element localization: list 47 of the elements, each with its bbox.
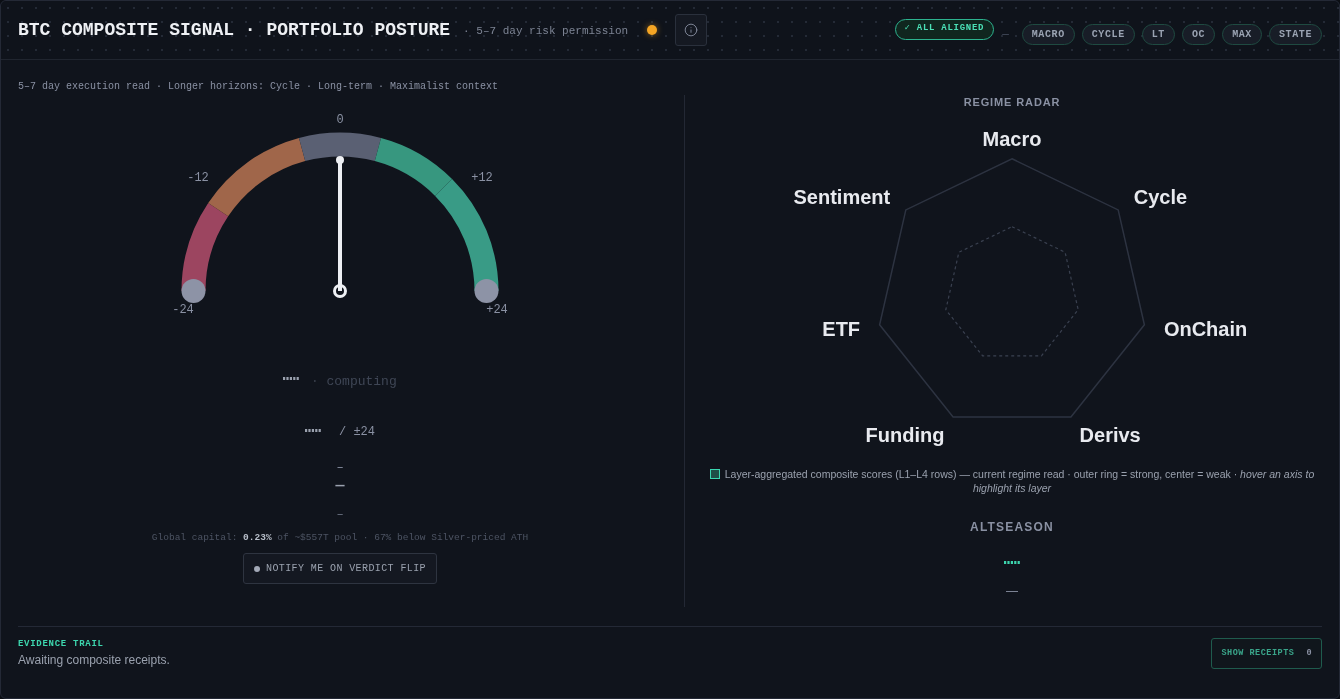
altseason-value: — bbox=[1006, 584, 1018, 598]
gauge-tick-label: +12 bbox=[471, 171, 493, 185]
placeholder-dash: – bbox=[336, 508, 344, 522]
status-text: computing bbox=[326, 373, 397, 392]
evidence-message: Awaiting composite receipts. bbox=[18, 653, 170, 668]
radar-title: REGIME RADAR bbox=[963, 95, 1061, 109]
gauge-end-knob bbox=[181, 279, 206, 303]
loading-dots-icon bbox=[305, 428, 321, 432]
receipt-count: 0 bbox=[1306, 647, 1312, 660]
gauge-tick-label: +24 bbox=[486, 303, 508, 317]
loading-dots-icon bbox=[1004, 561, 1020, 564]
gauge-tick-label: 0 bbox=[336, 114, 344, 127]
gauge-tick-label: -24 bbox=[172, 303, 194, 317]
evidence-title: EVIDENCE TRAIL bbox=[18, 638, 105, 650]
radar-axis-label: Funding bbox=[865, 423, 945, 446]
global-capital-note: Global capital: 0.23% of ~$557T pool · 67% below Silver-priced ATH bbox=[151, 532, 529, 544]
layer-pill[interactable]: OC bbox=[1181, 24, 1216, 45]
page-subtitle: · 5–7 day risk permission bbox=[463, 24, 629, 40]
loading-dots-icon bbox=[283, 376, 300, 380]
placeholder-dash: – bbox=[336, 461, 344, 475]
info-icon bbox=[684, 23, 699, 37]
radar-axis-label: Cycle bbox=[1133, 186, 1188, 209]
radar-axis-label: Sentiment bbox=[793, 186, 891, 209]
layer-pill[interactable]: LT bbox=[1141, 24, 1175, 45]
altseason-title: ALTSEASON bbox=[970, 519, 1054, 535]
legend-swatch-icon bbox=[709, 469, 720, 479]
alignment-badge: ✓ ALL ALIGNED bbox=[894, 18, 995, 40]
gauge-tick-label: -12 bbox=[187, 171, 209, 185]
notify-button[interactable]: NOTIFY ME ON VERDICT FLIP bbox=[243, 553, 437, 584]
radar-legend: Layer-aggregated composite scores (L1–L4 rows) — current regime read · outer ring = strong, center = weak · hover an axis to highlight its layer bbox=[724, 468, 1315, 494]
radar-axis-label: ETF bbox=[822, 318, 861, 341]
layer-pill[interactable]: CYCLE bbox=[1081, 24, 1135, 45]
radar-axis-label: OnChain bbox=[1163, 318, 1248, 341]
page-title: BTC COMPOSITE SIGNAL · PORTFOLIO POSTURE bbox=[18, 18, 451, 42]
execution-caption: 5–7 day execution read · Longer horizons: Cycle · Long-term · Maximalist context bbox=[18, 81, 499, 93]
layer-pill[interactable]: STATE bbox=[1269, 24, 1322, 45]
status-separator: · bbox=[311, 374, 319, 391]
separator-dash: — bbox=[1002, 27, 1009, 43]
gauge-end-knob bbox=[474, 279, 499, 303]
radar-axis-label: Macro bbox=[982, 127, 1042, 150]
score-range: / ±24 bbox=[339, 424, 375, 441]
info-button[interactable] bbox=[675, 14, 708, 46]
layer-pill[interactable]: MACRO bbox=[1021, 24, 1075, 45]
radar-axis-label: Derivs bbox=[1079, 423, 1141, 446]
show-receipts-button[interactable]: SHOW RECEIPTS 0 bbox=[1211, 638, 1322, 669]
layer-pill[interactable]: MAX bbox=[1222, 24, 1262, 45]
placeholder-dash: — bbox=[335, 479, 345, 493]
